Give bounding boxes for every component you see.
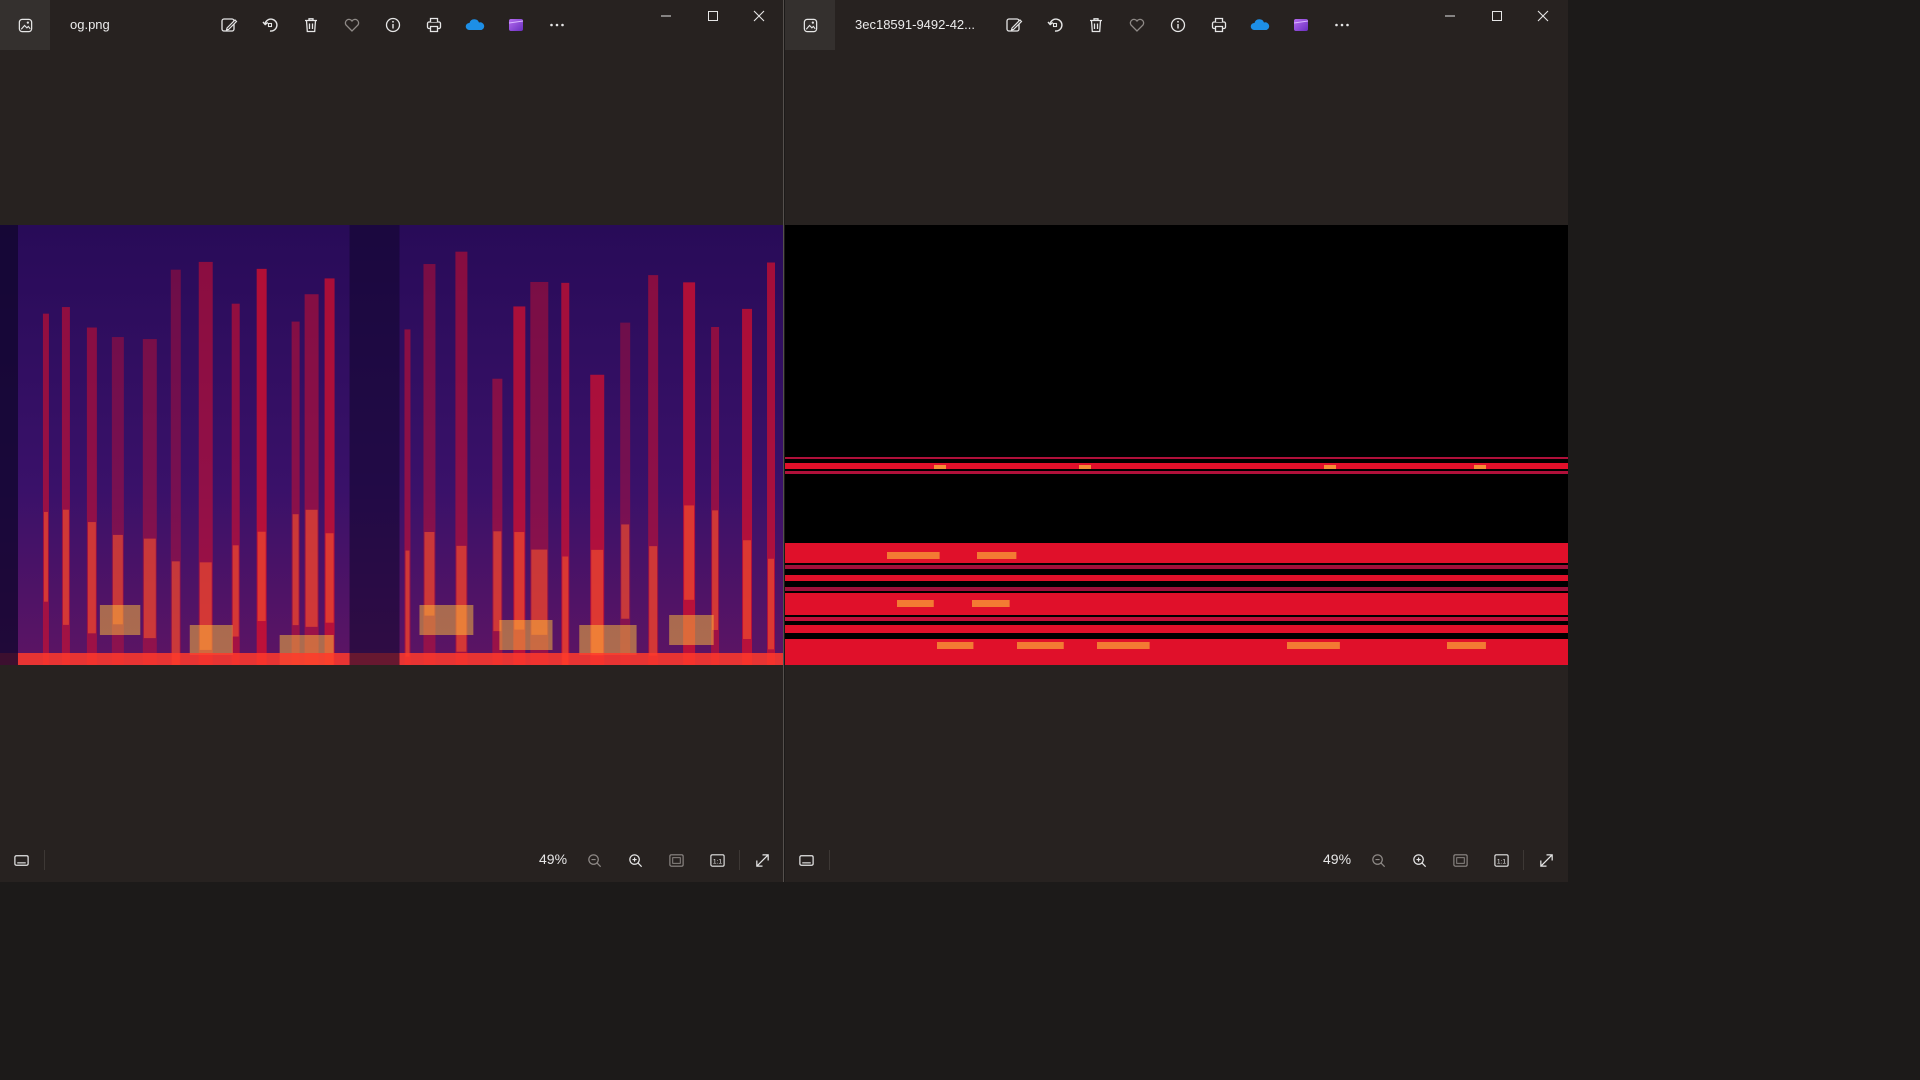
title-bar[interactable]: 3ec18591-9492-42... xyxy=(785,0,1568,50)
filmstrip-button[interactable] xyxy=(794,848,818,872)
filmstrip-button[interactable] xyxy=(9,848,33,872)
full-screen-button[interactable] xyxy=(1534,848,1558,872)
svg-text:1:1: 1:1 xyxy=(1496,858,1506,865)
image-canvas[interactable] xyxy=(0,225,783,665)
onedrive-icon xyxy=(465,19,485,30)
edit-image-button[interactable] xyxy=(1002,13,1026,37)
maximize-button[interactable] xyxy=(1483,4,1511,28)
image-canvas[interactable] xyxy=(785,225,1568,665)
info-button[interactable] xyxy=(1166,13,1190,37)
actual-size-icon: 1:1 xyxy=(709,853,725,867)
full-screen-icon xyxy=(1539,853,1553,867)
fit-to-window-button[interactable] xyxy=(664,848,688,872)
full-screen-icon xyxy=(755,853,769,867)
info-button[interactable] xyxy=(381,13,405,37)
photos-window-right: 3ec18591-9492-42... 49% 1:1 xyxy=(785,0,1568,882)
print-button[interactable] xyxy=(422,13,446,37)
actual-size-button[interactable]: 1:1 xyxy=(1489,848,1513,872)
favorite-icon xyxy=(344,18,360,32)
delete-icon xyxy=(305,18,317,33)
status-bar: 49% 1:1 xyxy=(0,838,783,882)
photos-app-button[interactable] xyxy=(785,0,835,50)
fit-to-window-icon xyxy=(668,853,684,867)
filmstrip-icon xyxy=(13,854,29,866)
fit-to-window-button[interactable] xyxy=(1448,848,1472,872)
title-bar[interactable]: og.png xyxy=(0,0,783,50)
delete-icon xyxy=(1090,18,1102,33)
more-icon xyxy=(1335,23,1349,27)
divider xyxy=(44,850,45,870)
favorite-button[interactable] xyxy=(340,13,364,37)
edit-image-button[interactable] xyxy=(217,13,241,37)
zoom-level[interactable]: 49% xyxy=(1323,851,1351,867)
photos-app-icon xyxy=(18,18,32,32)
file-title: 3ec18591-9492-42... xyxy=(855,17,975,32)
print-button[interactable] xyxy=(1207,13,1231,37)
print-icon xyxy=(1211,17,1227,33)
rotate-button[interactable] xyxy=(1043,13,1067,37)
minimize-button[interactable] xyxy=(652,4,680,28)
edit-image-icon xyxy=(221,18,238,32)
zoom-level[interactable]: 49% xyxy=(539,851,567,867)
delete-button[interactable] xyxy=(299,13,323,37)
photos-app-button[interactable] xyxy=(0,0,50,50)
rotate-icon xyxy=(262,18,278,32)
zoom-out-button[interactable] xyxy=(1366,848,1390,872)
filmstrip-icon xyxy=(798,854,814,866)
print-icon xyxy=(426,17,442,33)
clipchamp-button[interactable] xyxy=(504,13,528,37)
file-title: og.png xyxy=(70,17,110,32)
more-button[interactable] xyxy=(1330,13,1354,37)
favorite-button[interactable] xyxy=(1125,13,1149,37)
photos-window-left: og.png 49% 1:1 xyxy=(0,0,784,882)
fit-to-window-icon xyxy=(1452,853,1468,867)
more-button[interactable] xyxy=(545,13,569,37)
clipchamp-icon xyxy=(1293,19,1309,31)
zoom-out-icon xyxy=(587,853,601,867)
divider xyxy=(1523,850,1524,870)
rotate-button[interactable] xyxy=(258,13,282,37)
full-screen-button[interactable] xyxy=(750,848,774,872)
rotate-icon xyxy=(1047,18,1063,32)
onedrive-button[interactable] xyxy=(1248,13,1272,37)
close-button[interactable] xyxy=(1529,4,1557,28)
delete-button[interactable] xyxy=(1084,13,1108,37)
zoom-in-icon xyxy=(628,853,642,867)
status-bar: 49% 1:1 xyxy=(785,838,1568,882)
spectrogram-image xyxy=(785,225,1568,665)
minimize-icon xyxy=(1445,15,1455,17)
clipchamp-button[interactable] xyxy=(1289,13,1313,37)
close-button[interactable] xyxy=(745,4,773,28)
zoom-in-icon xyxy=(1412,853,1426,867)
more-icon xyxy=(550,23,564,27)
onedrive-icon xyxy=(1250,19,1270,30)
clipchamp-icon xyxy=(508,19,524,31)
maximize-icon xyxy=(1492,11,1502,21)
zoom-out-icon xyxy=(1371,853,1385,867)
edit-image-icon xyxy=(1006,18,1023,32)
spectrogram-image xyxy=(0,225,783,665)
info-icon xyxy=(385,17,401,33)
zoom-in-button[interactable] xyxy=(623,848,647,872)
zoom-out-button[interactable] xyxy=(582,848,606,872)
actual-size-button[interactable]: 1:1 xyxy=(705,848,729,872)
close-icon xyxy=(753,10,765,22)
onedrive-button[interactable] xyxy=(463,13,487,37)
info-icon xyxy=(1170,17,1186,33)
zoom-in-button[interactable] xyxy=(1407,848,1431,872)
minimize-icon xyxy=(661,15,671,17)
actual-size-icon: 1:1 xyxy=(1493,853,1509,867)
photos-app-icon xyxy=(803,18,817,32)
maximize-button[interactable] xyxy=(699,4,727,28)
svg-text:1:1: 1:1 xyxy=(712,858,722,865)
minimize-button[interactable] xyxy=(1436,4,1464,28)
favorite-icon xyxy=(1129,18,1145,32)
close-icon xyxy=(1537,10,1549,22)
divider xyxy=(829,850,830,870)
maximize-icon xyxy=(708,11,718,21)
divider xyxy=(739,850,740,870)
